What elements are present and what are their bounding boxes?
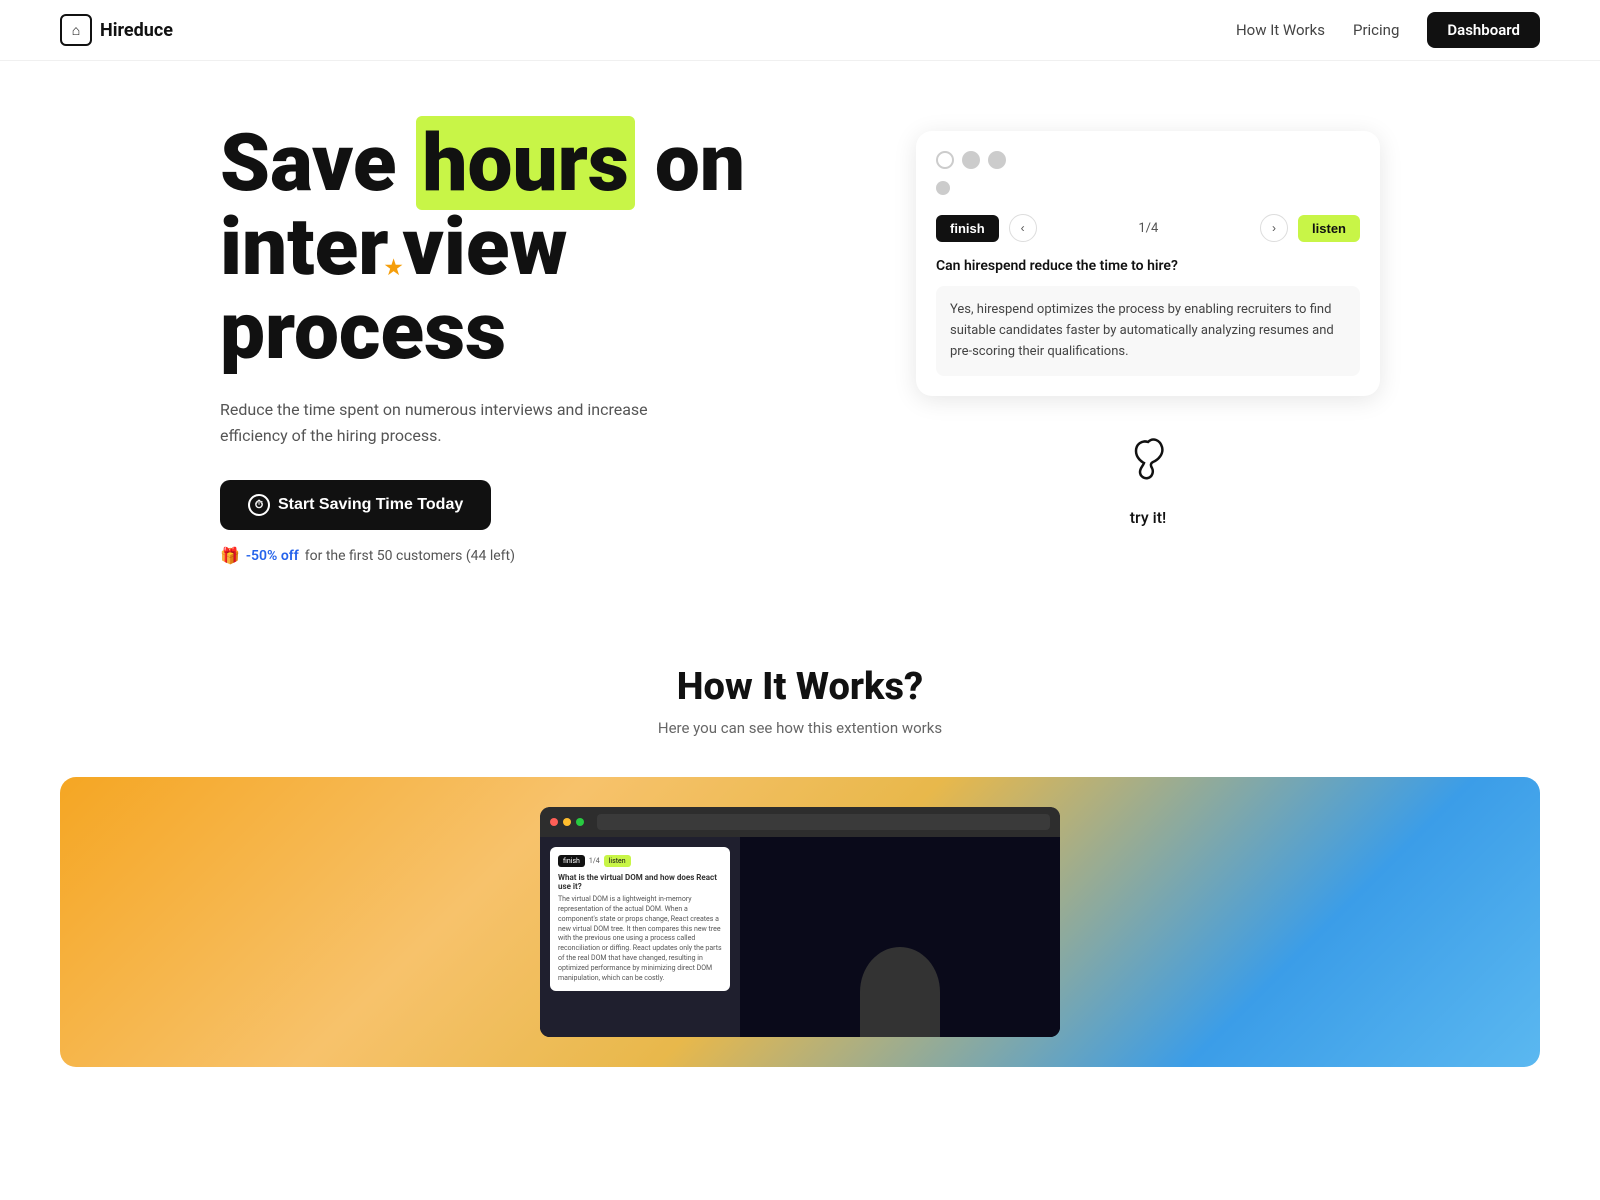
nav-dashboard-button[interactable]: Dashboard [1427, 12, 1540, 48]
video-container: finish 1/4 listen What is the virtual DO… [60, 777, 1540, 1067]
browser-window: finish 1/4 listen What is the virtual DO… [540, 807, 1060, 1037]
mini-page-counter: 1/4 [589, 857, 600, 865]
video-main [740, 837, 1060, 1037]
mini-answer: The virtual DOM is a lightweight in-memo… [558, 895, 722, 983]
page-counter: 1/4 [1047, 221, 1250, 236]
finish-button[interactable]: finish [936, 215, 999, 242]
dot-2 [962, 151, 980, 169]
nav-how-it-works[interactable]: How It Works [1236, 21, 1325, 39]
mini-qa-card: finish 1/4 listen What is the virtual DO… [550, 847, 730, 991]
video-content: finish 1/4 listen What is the virtual DO… [540, 837, 1060, 1037]
video-sidebar: finish 1/4 listen What is the virtual DO… [540, 837, 740, 1037]
navbar: ⌂ Hireduce How It Works Pricing Dashboar… [0, 0, 1600, 61]
try-it-label: try it! [916, 508, 1380, 527]
mini-listen-label: listen [604, 855, 631, 867]
next-arrow-button[interactable]: › [1260, 214, 1288, 242]
dot-small [936, 181, 950, 195]
logo-icon: ⌂ [60, 14, 92, 46]
mini-finish-label: finish [558, 855, 585, 867]
browser-dot-yellow [563, 818, 571, 826]
how-section: How It Works? Here you can see how this … [0, 605, 1600, 737]
star-decoration: ★ [385, 257, 403, 278]
card-dots [936, 151, 1360, 169]
how-section-title: How It Works? [60, 665, 1540, 709]
qa-card: finish ‹ 1/4 › listen Can hirespend redu… [916, 131, 1380, 396]
hero-subtitle: Reduce the time spent on numerous interv… [220, 397, 700, 448]
hero-section: Save hours oninter★viewprocess Reduce th… [160, 61, 1440, 605]
title-highlight: hours [416, 116, 635, 210]
promo-discount: -50% off [246, 548, 299, 564]
hero-right: finish ‹ 1/4 › listen Can hirespend redu… [916, 121, 1380, 547]
qa-answer-text: Yes, hirespend optimizes the process by … [950, 302, 1334, 359]
hero-left: Save hours oninter★viewprocess Reduce th… [220, 121, 858, 565]
clock-icon: ⏱ [248, 494, 270, 516]
browser-url-bar [597, 814, 1050, 830]
promo-detail: for the first 50 customers (44 left) [305, 548, 515, 564]
nav-pricing[interactable]: Pricing [1353, 21, 1399, 39]
cursor-icon [1118, 432, 1178, 502]
nav-links: How It Works Pricing Dashboard [1236, 12, 1540, 48]
qa-question: Can hirespend reduce the time to hire? [936, 258, 1360, 274]
listen-button[interactable]: listen [1298, 215, 1360, 242]
browser-dot-red [550, 818, 558, 826]
browser-bar [540, 807, 1060, 837]
hero-title: Save hours oninter★viewprocess [220, 121, 858, 373]
mini-question: What is the virtual DOM and how does Rea… [558, 873, 722, 891]
dot-3 [988, 151, 1006, 169]
dot-1 [936, 151, 954, 169]
brand-name: Hireduce [100, 20, 173, 41]
prev-arrow-button[interactable]: ‹ [1009, 214, 1037, 242]
browser-dot-green [576, 818, 584, 826]
title-part1: Save [220, 116, 416, 210]
cta-label: Start Saving Time Today [278, 496, 463, 514]
cta-button[interactable]: ⏱ Start Saving Time Today [220, 480, 491, 530]
card-controls: finish ‹ 1/4 › listen [936, 214, 1360, 242]
promo-text: 🎁 -50% off for the first 50 customers (4… [220, 546, 858, 565]
how-section-subtitle: Here you can see how this extention work… [60, 719, 1540, 737]
qa-answer-box: Yes, hirespend optimizes the process by … [936, 286, 1360, 376]
person-silhouette [860, 947, 940, 1037]
try-it-area: try it! [916, 412, 1380, 547]
logo-link[interactable]: ⌂ Hireduce [60, 14, 173, 46]
mini-controls: finish 1/4 listen [558, 855, 722, 867]
gift-icon: 🎁 [220, 546, 240, 565]
